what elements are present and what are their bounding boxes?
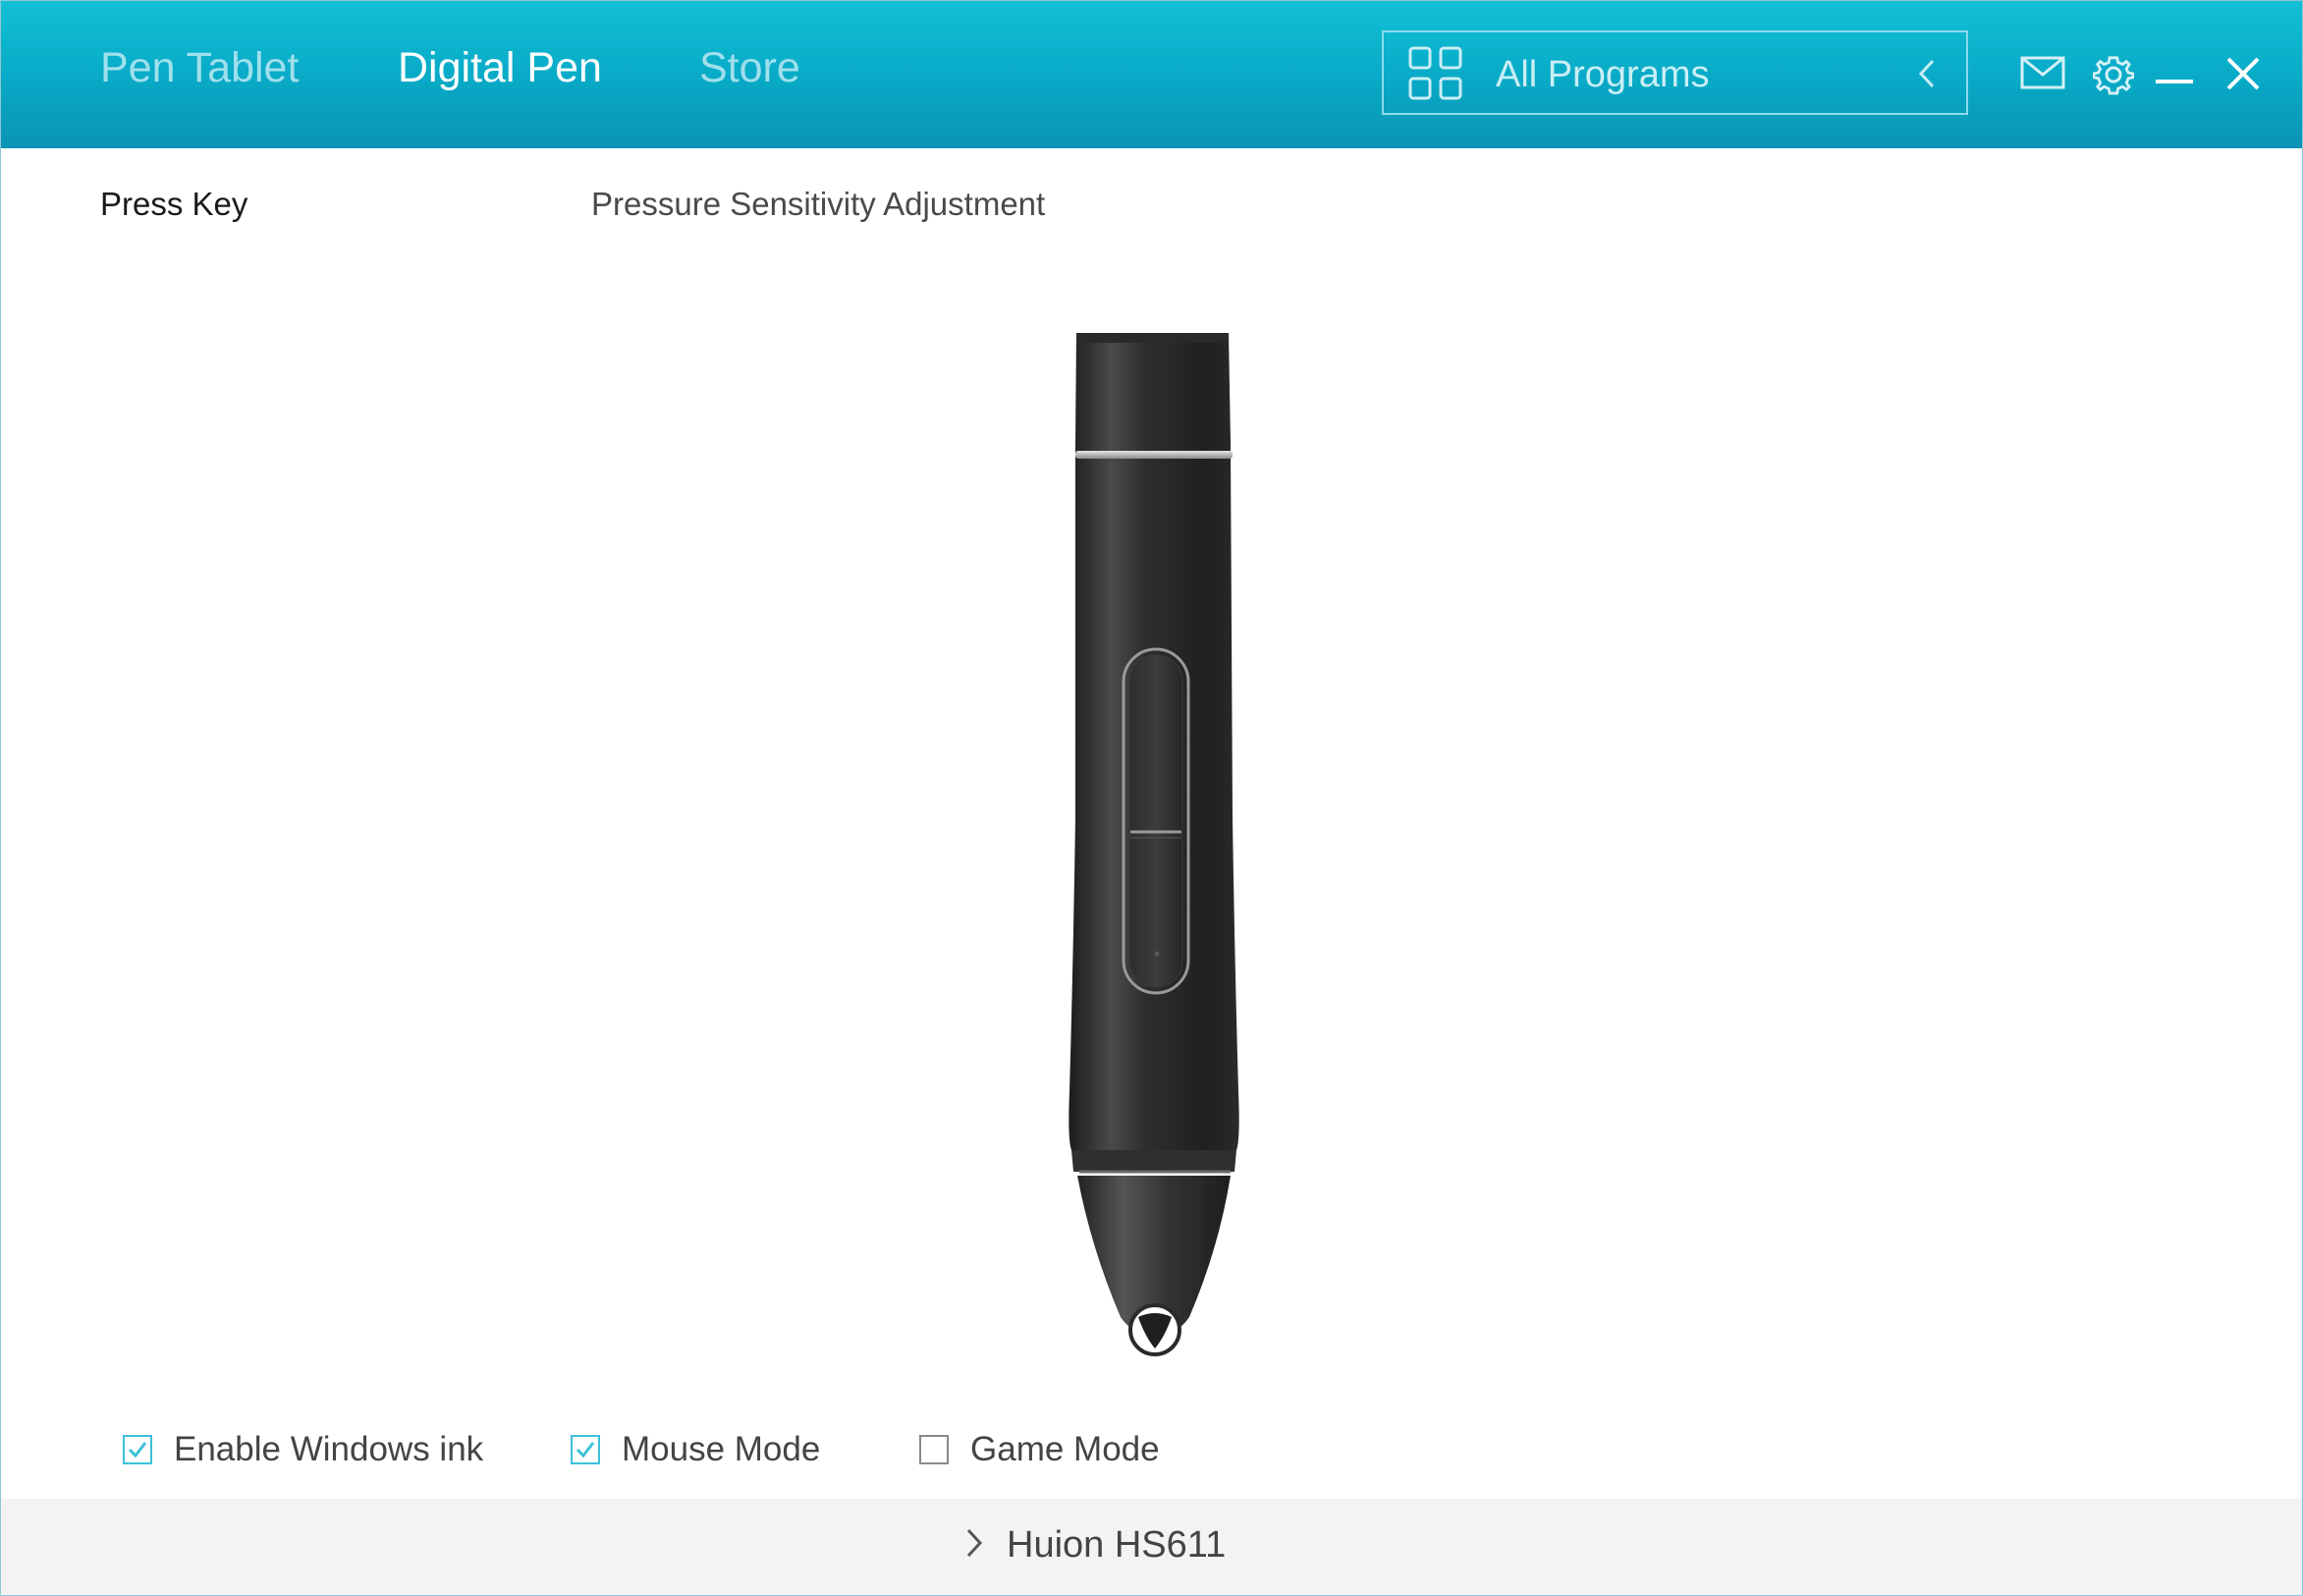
device-name: Huion HS611: [1007, 1524, 1227, 1566]
mail-icon[interactable]: [2020, 56, 2065, 94]
option-mouse-mode[interactable]: Mouse Mode: [571, 1425, 820, 1474]
program-selector[interactable]: All Programs: [1382, 30, 1968, 115]
tab-digital-pen[interactable]: Digital Pen: [398, 44, 602, 92]
game-mode-checkbox[interactable]: [919, 1435, 949, 1464]
mouse-mode-checkbox[interactable]: [571, 1435, 600, 1464]
option-enable-windows-ink[interactable]: Enable Windows ink: [123, 1425, 483, 1474]
top-navigation-bar: Pen Tablet Digital Pen Store All Program…: [1, 1, 2302, 148]
gear-icon[interactable]: [2092, 54, 2135, 100]
device-selector[interactable]: Huion HS611: [965, 1524, 1226, 1567]
program-selector-label: All Programs: [1496, 54, 1710, 95]
digital-pen-illustration: [1042, 325, 1268, 1371]
mouse-mode-label: Mouse Mode: [622, 1430, 821, 1468]
chevron-right-icon: [965, 1527, 983, 1564]
tab-store[interactable]: Store: [699, 44, 800, 92]
chevron-left-icon[interactable]: [1917, 58, 1937, 94]
game-mode-label: Game Mode: [970, 1430, 1160, 1468]
grid-icon: [1407, 45, 1464, 107]
minimize-icon[interactable]: [2156, 72, 2193, 89]
app-window: Pen Tablet Digital Pen Store All Program…: [0, 0, 2303, 1596]
subtab-press-key[interactable]: Press Key: [100, 186, 247, 223]
close-icon[interactable]: [2225, 56, 2261, 96]
windows-ink-checkbox[interactable]: [123, 1435, 152, 1464]
device-footer: Huion HS611: [1, 1499, 2302, 1595]
option-game-mode[interactable]: Game Mode: [919, 1425, 1160, 1474]
windows-ink-label: Enable Windows ink: [174, 1430, 484, 1468]
tab-pen-tablet[interactable]: Pen Tablet: [100, 44, 299, 92]
subtab-pressure-sensitivity[interactable]: Pressure Sensitivity Adjustment: [591, 186, 1045, 223]
